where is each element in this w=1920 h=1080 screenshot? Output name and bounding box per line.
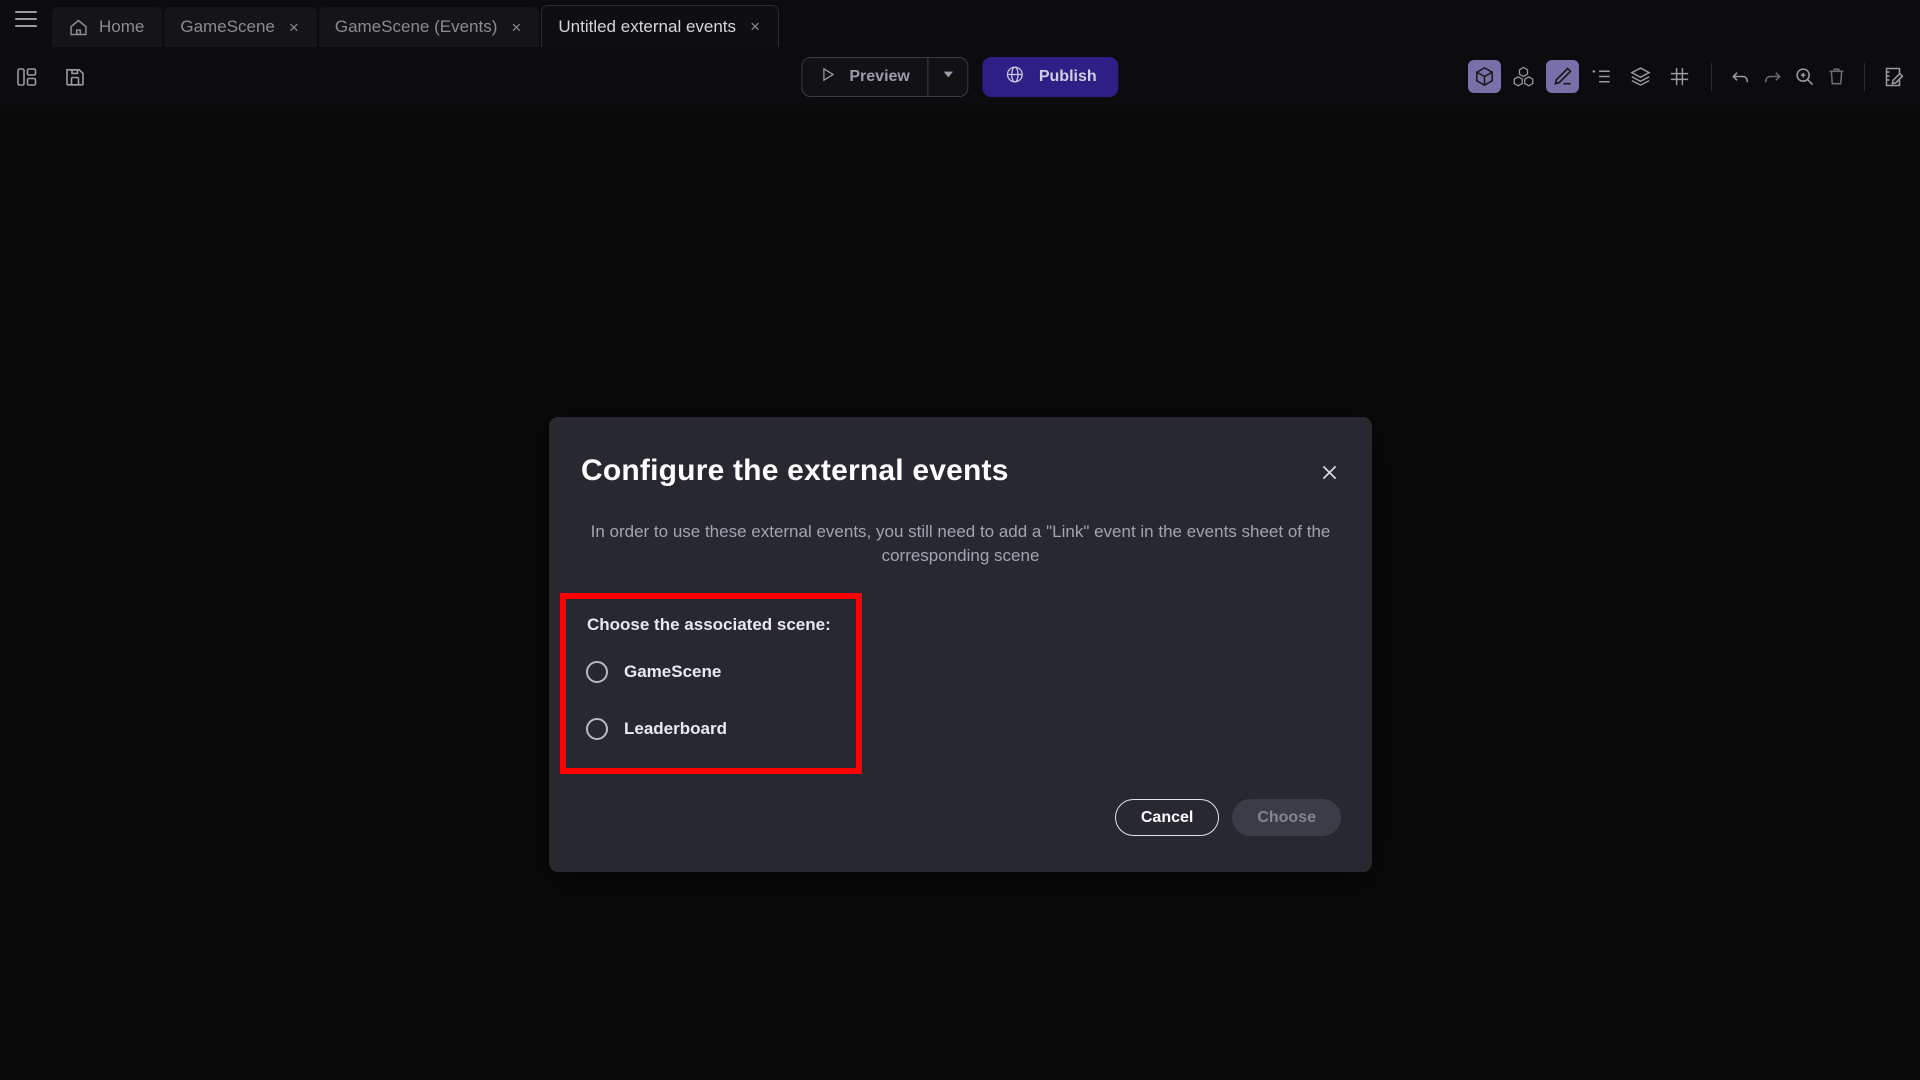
tab-close-icon[interactable]: × xyxy=(285,19,303,36)
dialog-title: Configure the external events xyxy=(581,454,1009,487)
scene-group-label: Choose the associated scene: xyxy=(587,615,831,634)
preview-button-group: Preview xyxy=(801,56,969,97)
hamburger-line xyxy=(15,25,37,27)
tab-home[interactable]: Home xyxy=(52,7,163,47)
editor-canvas: Configure the external events In order t… xyxy=(0,106,1920,1080)
properties-list-icon[interactable] xyxy=(1585,60,1618,93)
toolbar-right-group xyxy=(1468,60,1906,93)
edit-pencil-icon[interactable] xyxy=(1546,60,1579,93)
chevron-down-icon xyxy=(940,66,956,87)
delete-trash-icon[interactable] xyxy=(1823,64,1849,90)
toolbar-left-group xyxy=(14,64,88,90)
tab-gamescene-events[interactable]: GameScene (Events) × xyxy=(318,7,540,47)
tab-bar: Home GameScene × GameScene (Events) × Un… xyxy=(0,0,1920,47)
grid-icon[interactable] xyxy=(1663,60,1696,93)
radio-label: Leaderboard xyxy=(624,719,727,738)
panel-layout-icon[interactable] xyxy=(14,64,40,90)
radio-option-gamescene[interactable]: GameScene xyxy=(578,655,729,689)
close-icon[interactable] xyxy=(1314,457,1344,487)
cancel-button[interactable]: Cancel xyxy=(1114,799,1220,836)
tab-label: GameScene (Events) xyxy=(334,17,498,36)
hamburger-menu-icon[interactable] xyxy=(0,0,52,47)
publish-label: Publish xyxy=(1038,67,1097,85)
hamburger-line xyxy=(15,11,37,13)
layers-icon[interactable] xyxy=(1624,60,1657,93)
preview-options-dropdown[interactable] xyxy=(927,57,968,96)
toolbar-divider xyxy=(1864,62,1865,91)
toolbar-divider xyxy=(1711,62,1712,91)
radio-option-leaderboard[interactable]: Leaderboard xyxy=(578,712,735,746)
tab-untitled-external-events[interactable]: Untitled external events × xyxy=(541,5,780,47)
home-icon xyxy=(68,17,89,38)
redo-icon[interactable] xyxy=(1759,64,1785,90)
globe-icon xyxy=(1005,64,1026,90)
radio-circle-icon[interactable] xyxy=(586,718,608,740)
toolbar-center-group: Preview Publish xyxy=(801,56,1119,97)
radio-label: GameScene xyxy=(624,662,722,681)
object-cube-icon[interactable] xyxy=(1468,60,1501,93)
preview-button[interactable]: Preview xyxy=(802,58,927,96)
publish-button[interactable]: Publish xyxy=(982,56,1119,97)
choose-button[interactable]: Choose xyxy=(1232,799,1341,836)
preview-label: Preview xyxy=(849,67,910,85)
tab-close-icon[interactable]: × xyxy=(507,19,525,36)
tab-gamescene[interactable]: GameScene × xyxy=(164,7,317,47)
edit-notes-icon[interactable] xyxy=(1880,64,1906,90)
zoom-in-icon[interactable] xyxy=(1791,64,1817,90)
play-icon xyxy=(818,65,837,89)
main-toolbar: Preview Publish xyxy=(0,47,1920,106)
dialog-actions: Cancel Choose xyxy=(1114,799,1341,836)
hamburger-line xyxy=(15,18,37,20)
save-icon[interactable] xyxy=(62,64,88,90)
dialog-description: In order to use these external events, y… xyxy=(590,522,1331,566)
scene-selection-highlight: Choose the associated scene: GameScene L… xyxy=(560,593,862,774)
object-group-icon[interactable] xyxy=(1507,60,1540,93)
tab-label: GameScene xyxy=(180,17,275,36)
tab-label: Home xyxy=(99,17,145,36)
tab-close-icon[interactable]: × xyxy=(746,18,764,35)
tab-label: Untitled external events xyxy=(558,16,737,36)
radio-circle-icon[interactable] xyxy=(586,661,608,683)
configure-external-events-dialog: Configure the external events In order t… xyxy=(549,417,1372,872)
undo-icon[interactable] xyxy=(1727,64,1753,90)
